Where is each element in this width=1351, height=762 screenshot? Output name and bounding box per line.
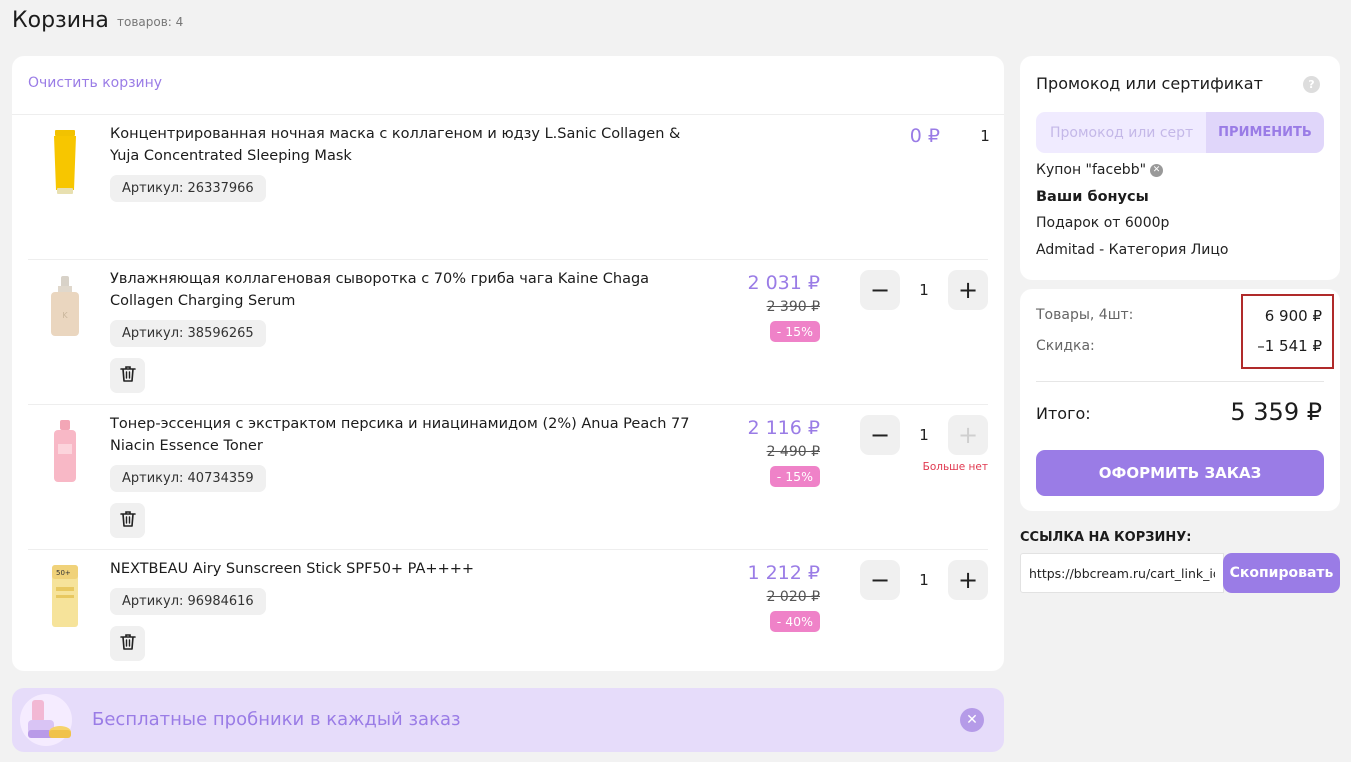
- cosmetics-jars-icon: [18, 692, 74, 748]
- cart-link-title: ССЫЛКА НА КОРЗИНУ:: [1020, 530, 1192, 545]
- product-name[interactable]: NEXTBEAU Airy Sunscreen Stick SPF50+ PA+…: [110, 558, 690, 580]
- coupon-label: Купон "facebb": [1036, 162, 1147, 178]
- bonuses-title: Ваши бонусы: [1036, 189, 1149, 205]
- old-price: 2 490 ₽: [766, 444, 820, 460]
- svg-text:50+: 50+: [56, 569, 71, 577]
- free-samples-text: Бесплатные пробники в каждый заказ: [92, 709, 461, 730]
- delete-button[interactable]: [110, 503, 145, 538]
- product-image[interactable]: K: [40, 272, 90, 342]
- bonus-item: Подарок от 6000р: [1036, 215, 1170, 231]
- trash-icon: [119, 633, 136, 655]
- price: 0 ₽: [909, 125, 940, 147]
- apply-promo-button[interactable]: ПРИМЕНИТЬ: [1206, 112, 1324, 153]
- decrease-quantity-button[interactable]: −: [860, 270, 900, 310]
- old-price: 2 020 ₽: [766, 589, 820, 605]
- cart-item: 50+ NEXTBEAU Airy Sunscreen Stick SPF50+…: [12, 550, 1004, 671]
- order-summary-panel: Товары, 4шт: 6 900 ₽ Скидка: –1 541 ₽ Ит…: [1020, 289, 1340, 511]
- discount-label: Скидка:: [1036, 338, 1095, 354]
- applied-coupon: Купон "facebb" ✕: [1036, 162, 1164, 178]
- highlight-box: [1241, 294, 1334, 369]
- price: 1 212 ₽: [747, 562, 820, 584]
- product-image[interactable]: [40, 417, 90, 487]
- remove-coupon-icon[interactable]: ✕: [1150, 164, 1164, 177]
- discount-badge: - 15%: [769, 321, 820, 342]
- quantity-value: 1: [980, 127, 990, 145]
- increase-quantity-button[interactable]: +: [948, 270, 988, 310]
- trash-icon: [119, 365, 136, 387]
- increase-quantity-button[interactable]: +: [948, 415, 988, 455]
- quantity-value: 1: [919, 281, 929, 299]
- price: 2 116 ₽: [747, 417, 820, 439]
- divider: [1036, 381, 1324, 382]
- page-title: Корзина: [12, 8, 109, 33]
- help-icon[interactable]: ?: [1303, 76, 1320, 93]
- svg-text:K: K: [62, 311, 68, 320]
- clear-cart-link[interactable]: Очистить корзину: [28, 75, 162, 91]
- promo-panel: Промокод или сертификат ? ПРИМЕНИТЬ Купо…: [1020, 56, 1340, 280]
- quantity-value: 1: [919, 571, 929, 589]
- decrease-quantity-button[interactable]: −: [860, 560, 900, 600]
- close-icon[interactable]: ✕: [960, 708, 984, 732]
- increase-quantity-button[interactable]: +: [948, 560, 988, 600]
- promo-title: Промокод или сертификат: [1036, 74, 1263, 93]
- quantity-value: 1: [919, 426, 929, 444]
- promo-code-input[interactable]: [1036, 112, 1208, 153]
- goods-label: Товары, 4шт:: [1036, 307, 1134, 323]
- decrease-quantity-button[interactable]: −: [860, 415, 900, 455]
- sku-badge: Артикул: 26337966: [110, 175, 266, 202]
- items-count: товаров: 4: [117, 15, 184, 29]
- cart-item: Концентрированная ночная маска с коллаге…: [12, 115, 1004, 260]
- cart-item: K Увлажняющая коллагеновая сыворотка с 7…: [12, 260, 1004, 405]
- price: 2 031 ₽: [747, 272, 820, 294]
- bonus-item: Admitad - Категория Лицо: [1036, 242, 1229, 258]
- product-name[interactable]: Увлажняющая коллагеновая сыворотка с 70%…: [110, 268, 690, 312]
- sku-badge: Артикул: 96984616: [110, 588, 266, 615]
- delete-button[interactable]: [110, 626, 145, 661]
- free-samples-banner[interactable]: Бесплатные пробники в каждый заказ ✕: [12, 688, 1004, 752]
- discount-badge: - 15%: [769, 466, 820, 487]
- cart-panel: Очистить корзину Концентрированная ночна…: [12, 56, 1004, 671]
- product-name[interactable]: Концентрированная ночная маска с коллаге…: [110, 123, 690, 167]
- trash-icon: [119, 510, 136, 532]
- old-price: 2 390 ₽: [766, 299, 820, 315]
- product-image[interactable]: [40, 127, 90, 197]
- stock-note: Больше нет: [922, 461, 988, 473]
- cart-link-input[interactable]: [1020, 553, 1224, 593]
- sku-badge: Артикул: 40734359: [110, 465, 266, 492]
- discount-badge: - 40%: [769, 611, 820, 632]
- product-image[interactable]: 50+: [40, 562, 90, 632]
- total-label: Итого:: [1036, 404, 1091, 423]
- product-name[interactable]: Тонер-эссенция с экстрактом персика и ни…: [110, 413, 690, 457]
- delete-button[interactable]: [110, 358, 145, 393]
- copy-link-button[interactable]: Скопировать: [1223, 553, 1340, 593]
- total-value: 5 359 ₽: [1230, 398, 1322, 426]
- sku-badge: Артикул: 38596265: [110, 320, 266, 347]
- cart-item: Тонер-эссенция с экстрактом персика и ни…: [12, 405, 1004, 550]
- checkout-button[interactable]: ОФОРМИТЬ ЗАКАЗ: [1036, 450, 1324, 496]
